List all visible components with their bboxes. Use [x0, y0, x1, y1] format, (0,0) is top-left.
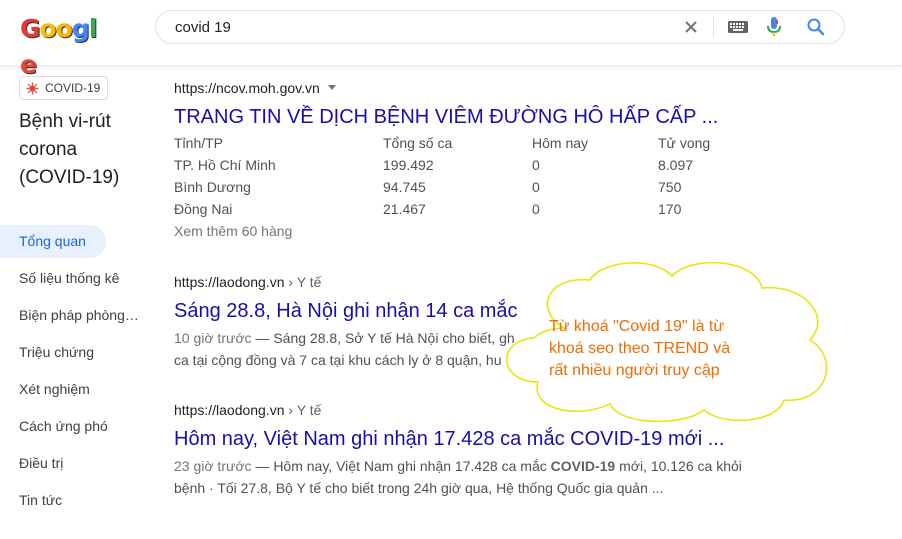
side-nav-item-statistics[interactable]: Số liệu thống kê	[0, 262, 140, 299]
search-divider	[713, 17, 714, 37]
side-nav: Tổng quan Số liệu thống kê Biện pháp phò…	[0, 225, 150, 521]
result-breadcrumb: › Y tế	[284, 274, 322, 290]
knowledge-panel-title: Bệnh vi-rút corona (COVID-19)	[19, 111, 120, 188]
callout-text: Từ khoá "Covid 19" là từ khoá seo theo T…	[549, 316, 779, 382]
result-url-text: https://laodong.vn	[174, 402, 285, 418]
side-nav-item-response[interactable]: Cách ứng phó	[0, 410, 140, 447]
side-nav-item-overview[interactable]: Tổng quan	[0, 225, 106, 258]
microphone-icon[interactable]	[766, 16, 782, 38]
table-header-cell: Tỉnh/TP	[174, 135, 224, 151]
search-box[interactable]	[155, 10, 845, 44]
snippet-text: mới, 10.126 ca khỏi	[615, 458, 742, 474]
result-url-text: https://ncov.moh.gov.vn	[174, 80, 320, 96]
logo-letter: g	[71, 14, 90, 43]
search-icon[interactable]	[806, 17, 826, 37]
result-title-link[interactable]: TRANG TIN VỀ DỊCH BỆNH VIÊM ĐƯỜNG HÔ HẤP…	[174, 104, 718, 130]
caret-down-icon[interactable]	[327, 85, 336, 90]
result-date: 10 giờ trước	[174, 330, 252, 346]
result-title-link[interactable]: Sáng 28.8, Hà Nội ghi nhận 14 ca mắc	[174, 298, 518, 324]
result-snippet: 10 giờ trước — Sáng 28.8, Sở Y tế Hà Nội…	[174, 327, 518, 349]
table-header-cell: Tổng số ca	[383, 135, 453, 151]
result-snippet: 23 giờ trước — Hôm nay, Việt Nam ghi nhậ…	[174, 455, 742, 477]
search-input[interactable]	[175, 11, 655, 43]
logo-letter: G	[20, 14, 41, 43]
side-nav-item-treatment[interactable]: Điều trị	[0, 447, 140, 484]
table-cell: 0	[532, 201, 540, 217]
result-url[interactable]: https://ncov.moh.gov.vn	[174, 79, 718, 97]
snippet-highlight: COVID-19	[550, 458, 616, 474]
table-cell: 94.745	[383, 179, 426, 195]
logo-letter: o	[39, 14, 57, 43]
side-nav-item-symptoms[interactable]: Triệu chứng	[0, 336, 140, 373]
table-cell: 199.492	[383, 157, 434, 173]
snippet-text: — Hôm nay, Việt Nam ghi nhận 17.428 ca m…	[251, 458, 551, 474]
table-header-cell: Tử vong	[658, 135, 711, 151]
snippet-text: — Sáng 28.8, Sở Y tế Hà Nội cho biết, gh	[251, 330, 515, 346]
result-title-link[interactable]: Hôm nay, Việt Nam ghi nhận 17.428 ca mắc…	[174, 426, 742, 452]
table-header-cell: Hôm nay	[532, 135, 589, 151]
virus-icon	[26, 82, 39, 95]
result-snippet-line: bệnh · Tối 27.8, Bộ Y tế cho biết trong …	[174, 480, 664, 496]
header: Google	[0, 0, 902, 79]
table-cell: 0	[532, 157, 540, 173]
table-cell: Bình Dương	[174, 179, 251, 195]
table-cell: TP. Hồ Chí Minh	[174, 157, 276, 173]
table-cell: Đồng Nai	[174, 201, 233, 217]
covid-chip-label: COVID-19	[45, 81, 101, 95]
side-nav-item-news[interactable]: Tin tức	[0, 484, 140, 521]
side-nav-item-prevention[interactable]: Biện pháp phòng ngừa	[0, 299, 140, 336]
result-snippet-line: ca tại cộng đồng và 7 ca tại khu cách ly…	[174, 352, 502, 368]
search-result: https://ncov.moh.gov.vn TRANG TIN VỀ DỊC…	[174, 79, 718, 130]
result-url[interactable]: https://laodong.vn › Y tế	[174, 273, 518, 291]
callout-line: Từ khoá "Covid 19" là từ	[549, 318, 725, 335]
close-icon[interactable]	[681, 17, 701, 37]
table-cell: 750	[658, 179, 682, 195]
callout-line: rất nhiều người truy cập	[549, 362, 720, 379]
side-nav-item-testing[interactable]: Xét nghiệm	[0, 373, 140, 410]
table-cell: 0	[532, 179, 540, 195]
result-date: 23 giờ trước	[174, 458, 252, 474]
covid-chip[interactable]: COVID-19	[19, 76, 108, 100]
result-breadcrumb: › Y tế	[284, 402, 322, 418]
logo-letter: o	[55, 14, 73, 43]
search-result: https://laodong.vn › Y tế Sáng 28.8, Hà …	[174, 273, 518, 371]
callout-line: khoá seo theo TREND và	[549, 340, 731, 357]
table-cell: 8.097	[658, 157, 694, 173]
result-url-text: https://laodong.vn	[174, 274, 285, 290]
table-cell: 21.467	[383, 201, 426, 217]
show-more-rows-link[interactable]: Xem thêm 60 hàng	[174, 220, 292, 242]
google-doodle-logo[interactable]: Google	[20, 11, 112, 79]
logo-letter: l	[88, 14, 98, 43]
table-cell: 170	[658, 201, 682, 217]
keyboard-icon[interactable]	[727, 19, 749, 35]
